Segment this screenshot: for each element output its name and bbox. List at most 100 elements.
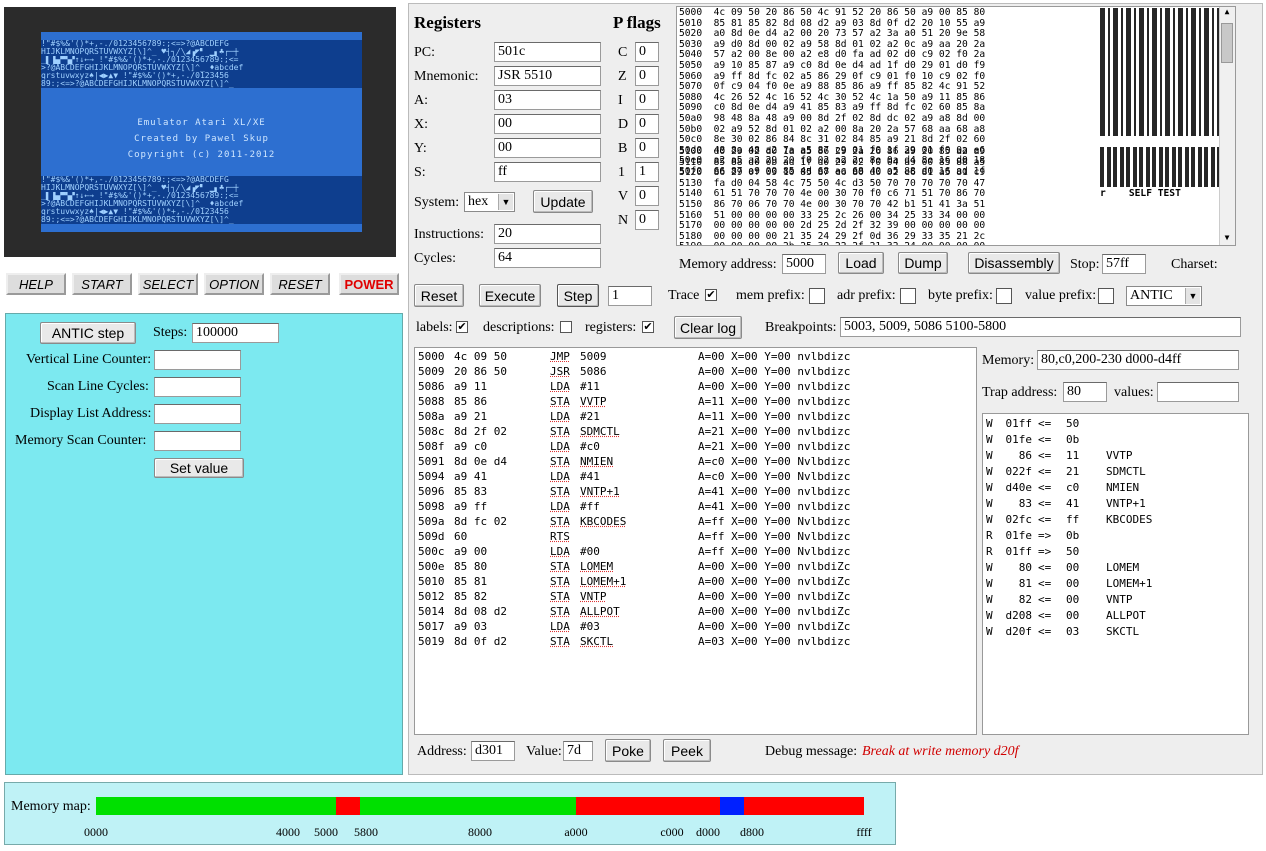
a-label: A: [414,93,428,108]
emulator-screen[interactable]: !"#$%&'()*+,-./0123456789:;<=>?@ABCDEFG … [4,7,396,257]
trace-bytes: a9 41 [454,470,488,483]
system-select[interactable]: hex ▼ [464,192,515,212]
memory-segment-rom[interactable] [576,797,720,815]
descriptions-checkbox[interactable] [560,321,572,333]
trace-op: LDA [550,410,570,423]
memory-segment-ram[interactable] [360,797,576,815]
registers-checkbox[interactable]: ✔ [642,321,654,333]
memory-segment-rom[interactable] [336,797,360,815]
reset-cpu-button[interactable]: Reset [414,284,464,307]
stop-input[interactable] [1102,254,1146,274]
set-value-button[interactable]: Set value [154,458,244,478]
memory-dump-scrollbar[interactable]: ▲ ▼ [1219,7,1235,245]
execute-button[interactable]: Execute [479,284,541,307]
memory-address-input[interactable] [782,254,826,274]
trace-addr: 5010 [418,575,445,588]
trace-bytes: 20 86 50 [454,365,507,378]
trap-values-input[interactable] [1157,382,1239,402]
disassembly-button[interactable]: Disassembly [968,252,1060,274]
scan-line-cycles-input[interactable] [154,377,241,397]
display-list-address-label: Display List Address: [30,406,152,421]
poke-value-input[interactable] [563,741,593,761]
flag-n-input[interactable] [635,210,659,230]
step-button[interactable]: Step [557,284,599,307]
start-button[interactable]: START [72,273,132,295]
flag-c-input[interactable] [635,42,659,62]
mem-prefix-checkbox[interactable] [809,288,825,304]
memory-map-bar[interactable] [96,797,864,815]
value-prefix-checkbox[interactable] [1098,288,1114,304]
reset-button[interactable]: RESET [270,273,330,295]
labels-checkbox[interactable]: ✔ [456,321,468,333]
vertical-line-counter-input[interactable] [154,350,241,370]
memory-segment-ram[interactable] [96,797,336,815]
dump-button[interactable]: Dump [898,252,948,274]
mem-prefix-label: mem prefix: [736,288,805,303]
cycles-input[interactable] [494,248,601,268]
scrollbar-thumb[interactable] [1221,23,1233,63]
trap-val: 41 [1066,497,1080,510]
memory-segment-rom[interactable] [744,797,864,815]
trace-regs: A=00 X=00 Y=00 nvlbdizc [698,365,851,378]
trace-checkbox[interactable]: ✔ [705,289,717,301]
y-register-input[interactable] [494,138,601,158]
trace-op: STA [550,590,570,603]
power-button[interactable]: POWER [339,273,399,295]
steps-input[interactable] [192,323,279,343]
trace-arg: 5086 [580,365,607,378]
memory-scan-counter-input[interactable] [154,431,241,451]
trap-log[interactable]: W 01ff <= 50 W 01fe <= 0b W 86 <= 11 VVTP W 022f <= 21 SD… [982,413,1249,735]
help-button[interactable]: HELP [6,273,66,295]
pc-input[interactable] [494,42,601,62]
trace-op: STA [550,395,570,408]
trace-bytes: 8d 0f d2 [454,635,507,648]
charset-row: qrstuvwxyz♠|◀▶▲▼ !"#$%&'()*+,-./0123456 [41,72,362,80]
flag-i-input[interactable] [635,90,659,110]
update-button[interactable]: Update [533,190,593,213]
trap-rw: W [986,561,993,574]
mnemonic-input[interactable] [494,66,601,86]
trap-addr: 01fe [1005,433,1033,446]
debug-message-label: Debug message: [765,744,858,759]
flag-z-input[interactable] [635,66,659,86]
trap-dir: <= [1038,609,1052,622]
flag-1-input[interactable] [635,162,659,182]
trap-addr: 02fc [1005,513,1033,526]
flag-b-label: B [618,141,628,156]
trace-arg: SDMCTL [580,425,620,438]
adr-prefix-checkbox[interactable] [900,288,916,304]
scroll-down-icon[interactable]: ▼ [1221,233,1233,245]
step-count-input[interactable] [608,286,652,306]
a-register-input[interactable] [494,90,601,110]
trace-regs: A=ff X=00 Y=00 Nvlbdizc [698,545,851,558]
s-register-input[interactable] [494,162,601,182]
x-register-input[interactable] [494,114,601,134]
poke-button[interactable]: Poke [605,739,651,762]
trap-addr: 80 [1018,561,1032,574]
scroll-up-icon[interactable]: ▲ [1221,7,1233,19]
trap-address-input[interactable] [1063,382,1107,402]
breakpoints-input[interactable] [840,317,1241,337]
flag-d-input[interactable] [635,114,659,134]
flag-v-input[interactable] [635,186,659,206]
clear-log-button[interactable]: Clear log [674,316,742,339]
trace-log[interactable]: 5000 4c 09 50 JMP 5009 A=00 X=00 Y=00 nvlbdi… [414,347,977,735]
select-button[interactable]: SELECT [138,273,198,295]
flag-b-input[interactable] [635,138,659,158]
memory-dump-view[interactable]: 5000 4c 09 50 20 86 50 4c 91 52 20 86 50… [676,6,1236,246]
mode-select[interactable]: ANTIC ▼ [1126,286,1202,306]
option-button[interactable]: OPTION [204,273,264,295]
trace-addr: 5009 [418,365,445,378]
memory-segment-io[interactable] [720,797,744,815]
antic-step-button[interactable]: ANTIC step [40,322,136,344]
poke-address-input[interactable] [471,741,515,761]
trap-dir: => [1038,529,1052,542]
atari-display[interactable]: !"#$%&'()*+,-./0123456789:;<=>?@ABCDEFG … [41,32,362,232]
display-list-address-input[interactable] [154,404,241,424]
byte-prefix-checkbox[interactable] [996,288,1012,304]
instructions-input[interactable] [494,224,601,244]
trap-memory-input[interactable] [1037,350,1239,370]
load-button[interactable]: Load [838,252,884,274]
trap-addr: 83 [1018,497,1032,510]
peek-button[interactable]: Peek [663,739,711,762]
